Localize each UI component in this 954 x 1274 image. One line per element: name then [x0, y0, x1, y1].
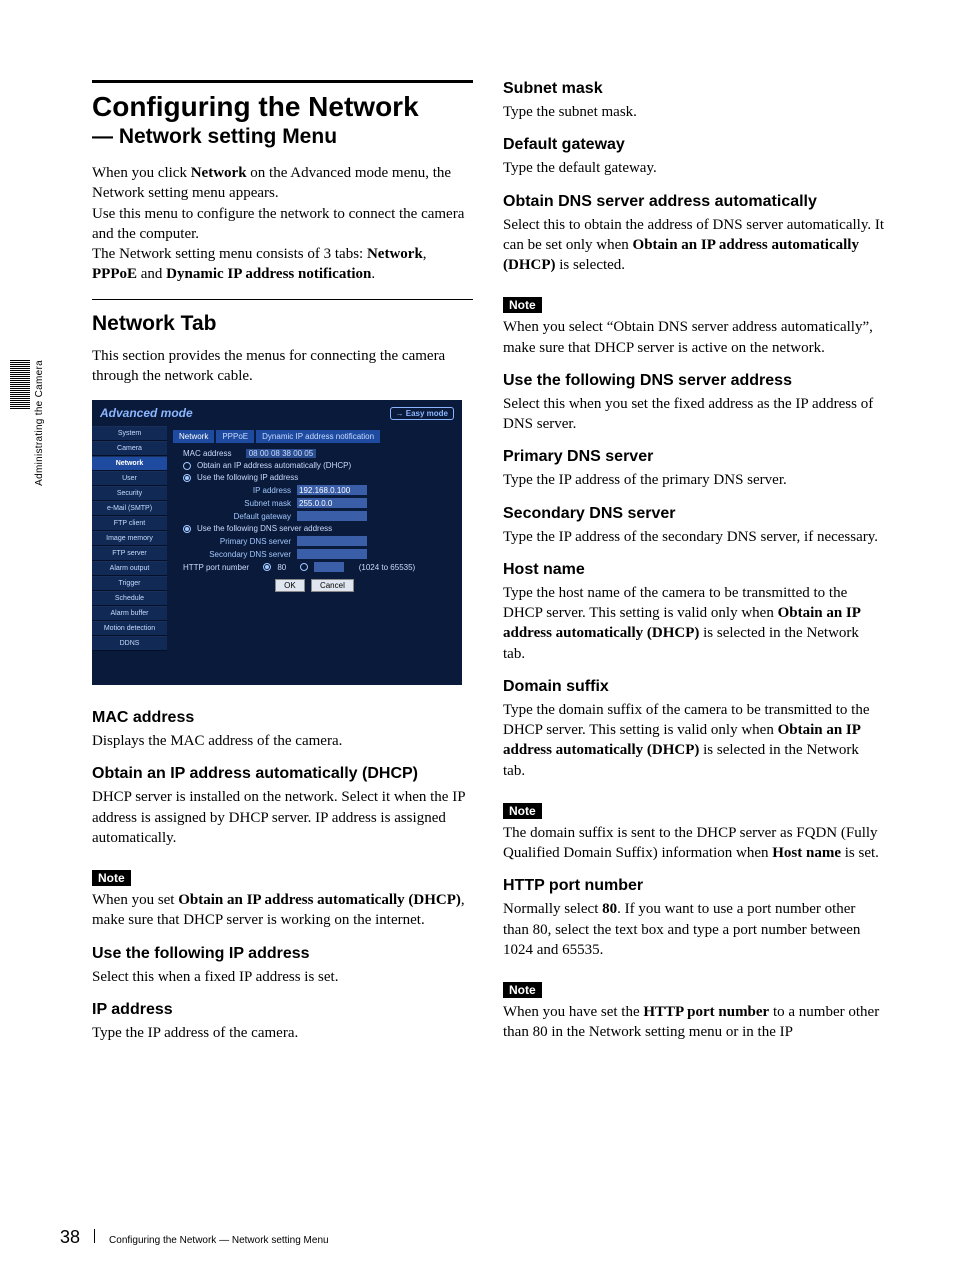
text-http-port: Normally select 80. If you want to use a… — [503, 899, 884, 960]
ss-http-range: (1024 to 65535) — [359, 563, 416, 572]
dns-static-radio[interactable] — [183, 525, 191, 533]
text-domain-suffix: Type the domain suffix of the camera to … — [503, 700, 884, 781]
ss-cancel-button[interactable]: Cancel — [311, 579, 354, 592]
heading-domain-suffix: Domain suffix — [503, 678, 884, 696]
text-subnet: Type the subnet mask. — [503, 102, 884, 122]
text-mac-address: Displays the MAC address of the camera. — [92, 731, 473, 751]
footer-title: Configuring the Network — Network settin… — [109, 1235, 329, 1246]
ss-sidebar-item[interactable]: FTP client — [92, 516, 167, 531]
ss-mac-label: MAC address — [183, 449, 231, 458]
static-ip-radio[interactable] — [183, 474, 191, 482]
ss-sidebar-item[interactable]: Image memory — [92, 531, 167, 546]
ss-sidebar-item[interactable]: FTP server — [92, 546, 167, 561]
ss-sidebar-item[interactable]: Network — [92, 456, 167, 471]
text-secondary-dns: Type the IP address of the secondary DNS… — [503, 527, 884, 547]
text-gateway: Type the default gateway. — [503, 158, 884, 178]
ss-ip-label: IP address — [203, 486, 291, 495]
note-badge: Note — [92, 870, 131, 886]
ss-sidebar-item[interactable]: System — [92, 426, 167, 441]
page-edge-marks: Administrating the Camera — [10, 360, 45, 486]
ss-ip-input[interactable] — [297, 485, 367, 495]
text-use-dns: Select this when you set the fixed addre… — [503, 394, 884, 435]
decorative-lines — [10, 360, 30, 409]
ss-sidebar-item[interactable]: Alarm buffer — [92, 606, 167, 621]
page-subtitle: — Network setting Menu — [92, 125, 473, 149]
ss-opt-dhcp: Obtain an IP address automatically (DHCP… — [197, 461, 351, 470]
text-primary-dns: Type the IP address of the primary DNS s… — [503, 470, 884, 490]
ss-tab[interactable]: Network — [173, 430, 214, 443]
text-dhcp: DHCP server is installed on the network.… — [92, 787, 473, 848]
ss-sdns-input[interactable] — [297, 549, 367, 559]
ss-sidebar-item[interactable]: Schedule — [92, 591, 167, 606]
note-obtain-dns: When you select “Obtain DNS server addre… — [503, 317, 884, 358]
ss-gateway-input[interactable] — [297, 511, 367, 521]
note-badge: Note — [503, 297, 542, 313]
heading-primary-dns: Primary DNS server — [503, 448, 884, 466]
note-domain-suffix: The domain suffix is sent to the DHCP se… — [503, 823, 884, 864]
ss-sidebar-item[interactable]: e-Mail (SMTP) — [92, 501, 167, 516]
text-ip-address: Type the IP address of the camera. — [92, 1023, 473, 1043]
note-http-port: When you have set the HTTP port number t… — [503, 1002, 884, 1043]
text-use-ip: Select this when a fixed IP address is s… — [92, 967, 473, 987]
heading-obtain-dns: Obtain DNS server address automatically — [503, 193, 884, 211]
ss-sidebar-item[interactable]: Alarm output — [92, 561, 167, 576]
ss-mask-input[interactable] — [297, 498, 367, 508]
heading-http-port: HTTP port number — [503, 877, 884, 895]
note-dhcp: When you set Obtain an IP address automa… — [92, 890, 473, 931]
ss-tab[interactable]: PPPoE — [216, 430, 254, 443]
ss-sidebar-item[interactable]: Motion detection — [92, 621, 167, 636]
heading-gateway: Default gateway — [503, 136, 884, 154]
heading-mac-address: MAC address — [92, 709, 473, 727]
heading-use-ip: Use the following IP address — [92, 945, 473, 963]
heading-use-dns: Use the following DNS server address — [503, 372, 884, 390]
ss-opt-dns: Use the following DNS server address — [197, 524, 332, 533]
easy-mode-button[interactable]: → Easy mode — [390, 407, 454, 420]
embedded-settings-screenshot: Advanced mode → Easy mode SystemCameraNe… — [92, 400, 462, 685]
note-badge: Note — [503, 982, 542, 998]
ss-sidebar-item[interactable]: DDNS — [92, 636, 167, 651]
ss-http-input[interactable] — [314, 562, 344, 572]
heading-ip-address: IP address — [92, 1001, 473, 1019]
ss-sidebar-item[interactable]: Camera — [92, 441, 167, 456]
ss-mask-label: Subnet mask — [203, 499, 291, 508]
title-block: Configuring the Network — Network settin… — [92, 80, 473, 149]
dhcp-radio[interactable] — [183, 462, 191, 470]
side-chapter-label: Administrating the Camera — [34, 360, 45, 486]
ss-http-label: HTTP port number — [183, 563, 249, 572]
page-footer: 38 Configuring the Network — Network set… — [60, 1227, 329, 1248]
network-tab-desc: This section provides the menus for conn… — [92, 346, 473, 387]
http-80-radio[interactable] — [263, 563, 271, 571]
intro-paragraph-1: When you click Network on the Advanced m… — [92, 163, 473, 285]
ss-sidebar-item[interactable]: Security — [92, 486, 167, 501]
heading-secondary-dns: Secondary DNS server — [503, 505, 884, 523]
http-custom-radio[interactable] — [300, 563, 308, 571]
heading-network-tab: Network Tab — [92, 312, 473, 336]
ss-pdns-input[interactable] — [297, 536, 367, 546]
text-host-name: Type the host name of the camera to be t… — [503, 583, 884, 664]
ss-opt-static: Use the following IP address — [197, 473, 298, 482]
heading-subnet: Subnet mask — [503, 80, 884, 98]
ss-pdns-label: Primary DNS server — [203, 537, 291, 546]
ss-sidebar-item[interactable]: Trigger — [92, 576, 167, 591]
ss-sdns-label: Secondary DNS server — [203, 550, 291, 559]
right-column: Subnet mask Type the subnet mask. Defaul… — [503, 80, 884, 1057]
ss-http-80: 80 — [277, 563, 286, 572]
text-obtain-dns: Select this to obtain the address of DNS… — [503, 215, 884, 276]
ss-sidebar-item[interactable]: User — [92, 471, 167, 486]
page-title: Configuring the Network — [92, 91, 473, 123]
heading-dhcp: Obtain an IP address automatically (DHCP… — [92, 765, 473, 783]
ss-mode-title: Advanced mode — [100, 406, 193, 420]
note-badge: Note — [503, 803, 542, 819]
heading-host-name: Host name — [503, 561, 884, 579]
ss-mac-value: 08 00 08 38 00 05 — [246, 449, 317, 458]
page-number: 38 — [60, 1227, 80, 1248]
ss-gateway-label: Default gateway — [203, 512, 291, 521]
ss-ok-button[interactable]: OK — [275, 579, 305, 592]
left-column: Configuring the Network — Network settin… — [92, 80, 473, 1057]
ss-tab[interactable]: Dynamic IP address notification — [256, 430, 380, 443]
